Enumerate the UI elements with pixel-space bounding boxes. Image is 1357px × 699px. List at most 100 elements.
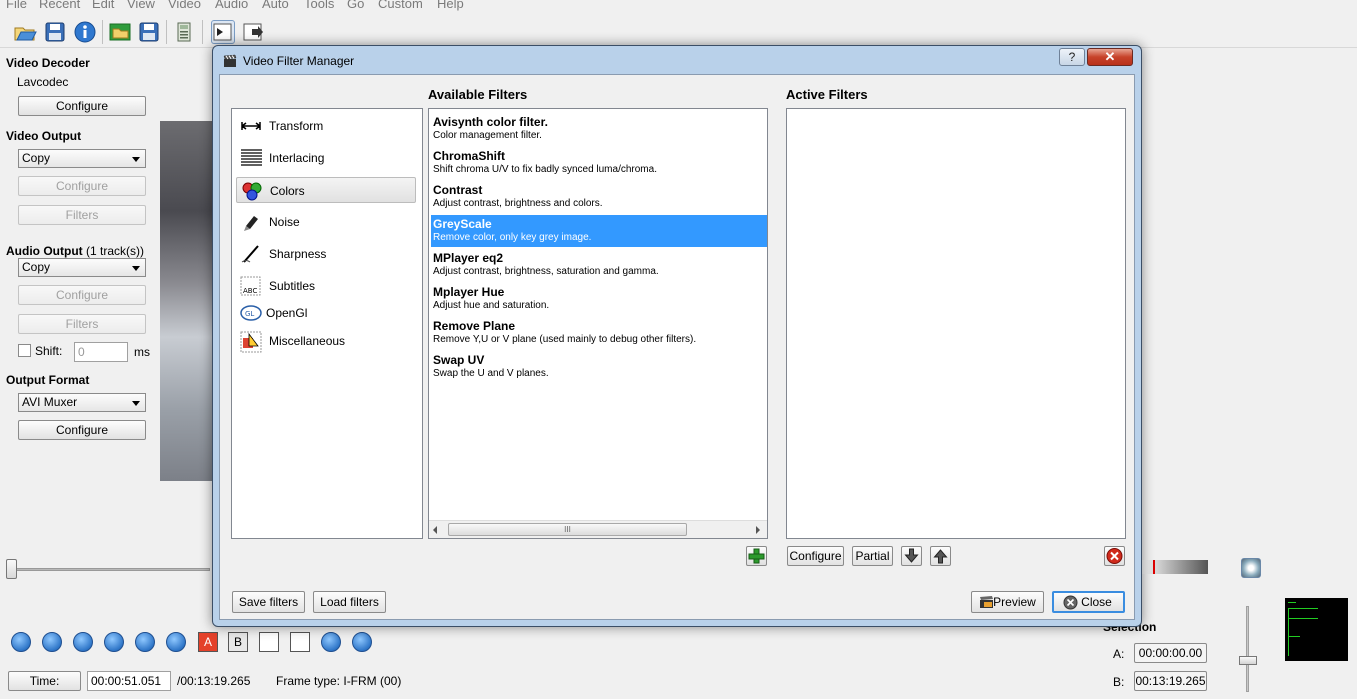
- svg-text:ABC: ABC: [243, 287, 257, 295]
- configure-filter-button[interactable]: Configure: [787, 546, 844, 566]
- info-icon[interactable]: [73, 20, 97, 44]
- filter-item-chromashift[interactable]: ChromaShift Shift chroma U/V to fix badly…: [431, 147, 767, 179]
- save-filters-button[interactable]: Save filters: [232, 591, 305, 613]
- menu-auto[interactable]: Auto: [262, 0, 289, 11]
- shift-spinbox[interactable]: 0: [74, 342, 128, 362]
- load-filters-button[interactable]: Load filters: [313, 591, 386, 613]
- category-miscellaneous[interactable]: Miscellaneous: [236, 328, 416, 354]
- chevron-down-icon: [132, 401, 140, 406]
- filter-item-remove-plane[interactable]: Remove Plane Remove Y,U or V plane (used …: [431, 317, 767, 349]
- volume-handle[interactable]: [1239, 656, 1257, 665]
- volume-track[interactable]: [1246, 606, 1249, 692]
- menu-recent[interactable]: Recent: [39, 0, 80, 11]
- video-output-filters-button[interactable]: Filters: [18, 205, 146, 225]
- menu-go[interactable]: Go: [347, 0, 364, 11]
- volume-gradient: [1140, 560, 1208, 574]
- marker-a-time[interactable]: 00:00:00.00: [1134, 643, 1207, 663]
- next-keyframe-icon[interactable]: [166, 632, 186, 652]
- preview-icon: [980, 596, 993, 608]
- video-output-select[interactable]: Copy: [18, 149, 146, 168]
- calculator-icon[interactable]: [172, 20, 196, 44]
- interlacing-icon: [240, 148, 262, 168]
- filter-item-avisynth[interactable]: Avisynth color filter. Color management f…: [431, 113, 767, 145]
- category-opengl[interactable]: GL OpenGl: [236, 300, 416, 326]
- add-filter-button[interactable]: [746, 546, 767, 566]
- menu-bar: File Recent Edit View Video Audio Auto T…: [0, 0, 1357, 12]
- audio-output-select[interactable]: Copy: [18, 258, 146, 277]
- goto-marker-b-icon[interactable]: [290, 632, 310, 652]
- category-subtitles[interactable]: ABC Subtitles: [236, 273, 416, 299]
- category-colors[interactable]: Colors: [236, 177, 416, 203]
- available-filters-list: Avisynth color filter. Color management f…: [428, 108, 768, 539]
- shift-checkbox[interactable]: [18, 344, 31, 357]
- output-toggle-icon[interactable]: [242, 20, 266, 44]
- menu-custom[interactable]: Custom: [378, 0, 423, 11]
- menu-edit[interactable]: Edit: [92, 0, 114, 11]
- active-filters-header: Active Filters: [786, 87, 868, 102]
- menu-tools[interactable]: Tools: [304, 0, 334, 11]
- seek-track[interactable]: [10, 568, 210, 571]
- menu-file[interactable]: File: [6, 0, 27, 11]
- filter-item-contrast[interactable]: Contrast Adjust contrast, brightness and …: [431, 181, 767, 213]
- available-filters-header: Available Filters: [428, 87, 528, 102]
- marker-b-time[interactable]: 00:13:19.265: [1134, 671, 1207, 691]
- audio-output-configure-button[interactable]: Configure: [18, 285, 146, 305]
- open-file-icon[interactable]: [13, 20, 37, 44]
- go-end-icon[interactable]: [352, 632, 372, 652]
- scroll-left-icon[interactable]: [433, 526, 437, 534]
- input-toggle-icon[interactable]: [211, 20, 235, 44]
- previous-keyframe-icon[interactable]: [135, 632, 155, 652]
- total-time: /00:13:19.265: [177, 674, 251, 688]
- set-marker-a-button[interactable]: A: [198, 632, 218, 652]
- save-video-icon[interactable]: [137, 20, 161, 44]
- scroll-right-icon[interactable]: [756, 526, 760, 534]
- close-button[interactable]: Close: [1052, 591, 1125, 613]
- open-folder-icon[interactable]: [108, 20, 132, 44]
- output-format-value: AVI Muxer: [22, 395, 78, 409]
- help-button[interactable]: ?: [1059, 48, 1085, 66]
- menu-audio[interactable]: Audio: [215, 0, 248, 11]
- output-format-select[interactable]: AVI Muxer: [18, 393, 146, 412]
- set-marker-b-button[interactable]: B: [228, 632, 248, 652]
- output-format-configure-button[interactable]: Configure: [18, 420, 146, 440]
- toolbar: [0, 12, 1357, 48]
- preview-button[interactable]: Preview: [971, 591, 1044, 613]
- category-transform[interactable]: Transform: [236, 113, 416, 139]
- goto-marker-a-icon[interactable]: [259, 632, 279, 652]
- menu-video[interactable]: Video: [168, 0, 201, 11]
- audio-output-filters-button[interactable]: Filters: [18, 314, 146, 334]
- next-frame-icon[interactable]: [104, 632, 124, 652]
- play-icon[interactable]: [11, 632, 31, 652]
- audio-level-meter: [1285, 598, 1348, 661]
- move-down-button[interactable]: [901, 546, 922, 566]
- filter-item-mplayer-hue[interactable]: Mplayer Hue Adjust hue and saturation.: [431, 283, 767, 315]
- marker-a-label: A:: [1113, 647, 1125, 661]
- arrow-up-icon: [933, 549, 948, 564]
- filter-item-swap-uv[interactable]: Swap UV Swap the U and V planes.: [431, 351, 767, 383]
- save-icon[interactable]: [43, 20, 67, 44]
- video-output-configure-button[interactable]: Configure: [18, 176, 146, 196]
- close-window-button[interactable]: ✕: [1087, 48, 1133, 66]
- category-sharpness[interactable]: Sharpness: [236, 241, 416, 267]
- video-decoder-configure-button[interactable]: Configure: [18, 96, 146, 116]
- horizontal-scrollbar[interactable]: III: [429, 520, 767, 538]
- partial-filter-button[interactable]: Partial: [852, 546, 893, 566]
- menu-view[interactable]: View: [127, 0, 155, 11]
- sharpness-icon: [240, 244, 262, 264]
- category-noise[interactable]: Noise: [236, 209, 416, 235]
- previous-frame-icon[interactable]: [73, 632, 93, 652]
- audio-meter-icon[interactable]: [1241, 558, 1261, 578]
- category-interlacing[interactable]: Interlacing: [236, 145, 416, 171]
- time-button[interactable]: Time:: [8, 671, 81, 691]
- filter-item-greyscale[interactable]: GreyScale Remove color, only key grey ima…: [431, 215, 767, 247]
- stop-icon[interactable]: [42, 632, 62, 652]
- current-time-field[interactable]: 00:00:51.051: [87, 671, 171, 691]
- scroll-thumb[interactable]: III: [448, 523, 687, 536]
- move-up-button[interactable]: [930, 546, 951, 566]
- filter-item-mplayer-eq2[interactable]: MPlayer eq2 Adjust contrast, brightness, …: [431, 249, 767, 281]
- menu-help[interactable]: Help: [437, 0, 464, 11]
- seek-handle[interactable]: [6, 559, 17, 579]
- video-output-title: Video Output: [6, 129, 82, 143]
- remove-filter-button[interactable]: [1104, 546, 1125, 566]
- go-start-icon[interactable]: [321, 632, 341, 652]
